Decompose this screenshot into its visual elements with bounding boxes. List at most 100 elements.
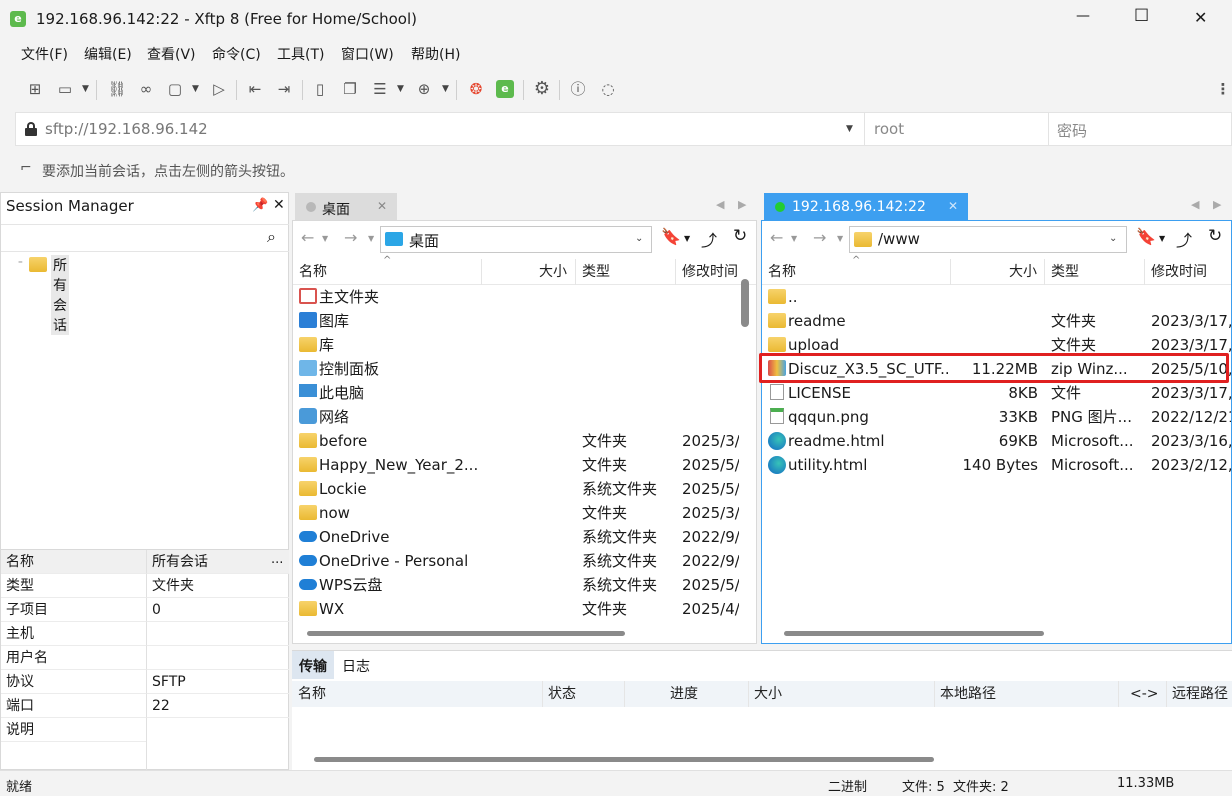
remote-row[interactable]: .. xyxy=(762,285,1231,309)
col-direction[interactable]: <-> xyxy=(1130,681,1159,707)
password-input[interactable]: 密码 xyxy=(1057,120,1087,141)
add-session-arrow-icon[interactable]: ⌐ xyxy=(20,160,32,176)
more-button[interactable]: ... xyxy=(271,552,283,567)
refresh-icon[interactable]: ↻ xyxy=(733,226,747,246)
tab-scroll-right-icon[interactable]: ▶ xyxy=(1213,198,1221,211)
remote-tab[interactable]: 192.168.96.142:22 ✕ xyxy=(764,193,968,220)
gear-icon[interactable]: ⚙ xyxy=(531,78,553,100)
bookmark-icon[interactable]: 🔖 xyxy=(1136,227,1156,246)
chevron-down-icon[interactable]: ▼ xyxy=(837,234,843,243)
chevron-down-icon[interactable]: ▼ xyxy=(397,84,404,94)
remote-row[interactable]: readme 文件夹 2023/3/17, xyxy=(762,309,1231,333)
local-row[interactable]: Lockie 系统文件夹 2025/5/ xyxy=(293,477,739,501)
forward-icon[interactable]: → xyxy=(813,228,826,247)
remote-row[interactable]: utility.html 140 Bytes Microsoft... 2023/2/… xyxy=(762,453,1231,477)
local-path-box[interactable]: 桌面 ⌄ xyxy=(380,226,652,253)
chevron-down-icon[interactable]: ⌄ xyxy=(635,233,643,244)
address-dropdown-icon[interactable]: ▼ xyxy=(846,124,853,134)
chevron-down-icon[interactable]: ⌄ xyxy=(1109,233,1117,244)
menu-edit[interactable]: 编辑(E) xyxy=(84,44,132,64)
search-icon[interactable]: ⌕ xyxy=(267,227,276,247)
copy-icon[interactable]: ▯ xyxy=(309,78,331,100)
tab-scroll-left-icon[interactable]: ◀ xyxy=(716,198,724,211)
remote-row[interactable]: readme.html 69KB Microsoft... 2023/3/16, xyxy=(762,429,1231,453)
col-size[interactable]: 大小 xyxy=(1009,259,1037,285)
col-name[interactable]: 名称 xyxy=(768,259,796,285)
local-horizontal-scrollbar[interactable] xyxy=(307,631,625,636)
menu-file[interactable]: 文件(F) xyxy=(21,44,68,64)
col-progress[interactable]: 进度 xyxy=(670,681,698,707)
chat-icon[interactable]: ◌ xyxy=(597,78,619,100)
menu-tools[interactable]: 工具(T) xyxy=(277,44,324,64)
local-row[interactable]: 库 xyxy=(293,333,739,357)
bookmark-icon[interactable]: 🔖 xyxy=(661,227,681,246)
address-input[interactable]: sftp://192.168.96.142 xyxy=(45,120,208,138)
username-input[interactable]: root xyxy=(874,120,904,138)
col-transfer-name[interactable]: 名称 xyxy=(298,681,326,707)
local-row[interactable]: 此电脑 xyxy=(293,381,739,405)
xshell-icon[interactable]: ❂ xyxy=(465,78,487,100)
local-row[interactable]: 控制面板 xyxy=(293,357,739,381)
col-remote-path[interactable]: 远程路径 xyxy=(1172,681,1228,707)
col-status[interactable]: 状态 xyxy=(548,681,576,707)
local-tab[interactable]: 桌面 ✕ xyxy=(295,193,397,220)
parent-folder-icon[interactable]: ⤴ xyxy=(1176,227,1192,251)
pin-icon[interactable]: 📌 xyxy=(252,198,268,213)
new-window-icon[interactable]: ▢ xyxy=(164,78,186,100)
chevron-down-icon[interactable]: ▼ xyxy=(791,234,797,243)
xftp-icon[interactable]: e xyxy=(494,78,516,100)
chevron-down-icon[interactable]: ▼ xyxy=(192,84,199,94)
list-view-icon[interactable]: ☰ xyxy=(369,78,391,100)
paste-icon[interactable]: ❐ xyxy=(339,78,361,100)
maximize-button[interactable]: ☐ xyxy=(1134,6,1149,26)
remote-row[interactable]: qqqun.png 33KB PNG 图片... 2022/12/21 xyxy=(762,405,1231,429)
session-search-input[interactable] xyxy=(1,224,289,252)
col-size[interactable]: 大小 xyxy=(754,681,782,707)
close-tab-icon[interactable]: ✕ xyxy=(377,199,387,213)
col-modified[interactable]: 修改时间 xyxy=(682,259,738,285)
minimize-button[interactable]: — xyxy=(1076,8,1090,24)
local-row[interactable]: 图库 xyxy=(293,309,739,333)
menu-window[interactable]: 窗口(W) xyxy=(341,44,394,64)
play-icon[interactable]: ▷ xyxy=(208,78,230,100)
chevron-down-icon[interactable]: ▼ xyxy=(368,234,374,243)
col-local-path[interactable]: 本地路径 xyxy=(940,681,996,707)
col-modified[interactable]: 修改时间 xyxy=(1151,259,1207,285)
chevron-down-icon[interactable]: ▼ xyxy=(82,84,89,94)
tab-log[interactable]: 日志 xyxy=(342,656,370,676)
transfer-horizontal-scrollbar[interactable] xyxy=(314,757,934,762)
menu-command[interactable]: 命令(C) xyxy=(212,44,261,64)
remote-horizontal-scrollbar[interactable] xyxy=(784,631,1044,636)
menu-help[interactable]: 帮助(H) xyxy=(411,44,460,64)
forward-icon[interactable]: → xyxy=(344,228,357,247)
col-name[interactable]: 名称 xyxy=(299,259,327,285)
tab-scroll-right-icon[interactable]: ▶ xyxy=(738,198,746,211)
back-icon[interactable]: ← xyxy=(301,228,314,247)
menu-view[interactable]: 查看(V) xyxy=(147,44,196,64)
upload-icon[interactable]: ⇤ xyxy=(244,78,266,100)
more-options-icon[interactable]: ⋮ xyxy=(1212,78,1232,100)
local-row[interactable]: 网络 xyxy=(293,405,739,429)
chevron-down-icon[interactable]: ▼ xyxy=(322,234,328,243)
link-icon[interactable]: ∞ xyxy=(135,78,157,100)
local-vertical-scrollbar[interactable] xyxy=(741,279,749,327)
chevron-down-icon[interactable]: ▼ xyxy=(442,84,449,94)
transfer-mode[interactable]: 二进制 xyxy=(828,776,867,795)
local-row[interactable]: WPS云盘 系统文件夹 2025/5/ xyxy=(293,573,739,597)
back-icon[interactable]: ← xyxy=(770,228,783,247)
help-icon[interactable]: ⓘ xyxy=(567,78,589,100)
local-row[interactable]: OneDrive 系统文件夹 2022/9/ xyxy=(293,525,739,549)
disconnect-icon[interactable]: ⛓ xyxy=(106,78,128,100)
open-folder-icon[interactable]: ▭ xyxy=(54,78,76,100)
chevron-down-icon[interactable]: ▼ xyxy=(684,234,690,243)
chevron-down-icon[interactable]: ▼ xyxy=(1159,234,1165,243)
local-row[interactable]: now 文件夹 2025/3/ xyxy=(293,501,739,525)
download-icon[interactable]: ⇥ xyxy=(273,78,295,100)
close-panel-icon[interactable]: ✕ xyxy=(273,197,285,213)
local-row[interactable]: Happy_New_Year_2... 文件夹 2025/5/ xyxy=(293,453,739,477)
col-type[interactable]: 类型 xyxy=(1051,259,1079,285)
parent-folder-icon[interactable]: ⤴ xyxy=(701,227,717,251)
remote-path-box[interactable]: /www ⌄ xyxy=(849,226,1127,253)
new-session-icon[interactable]: ⊞ xyxy=(24,78,46,100)
col-size[interactable]: 大小 xyxy=(539,259,567,285)
